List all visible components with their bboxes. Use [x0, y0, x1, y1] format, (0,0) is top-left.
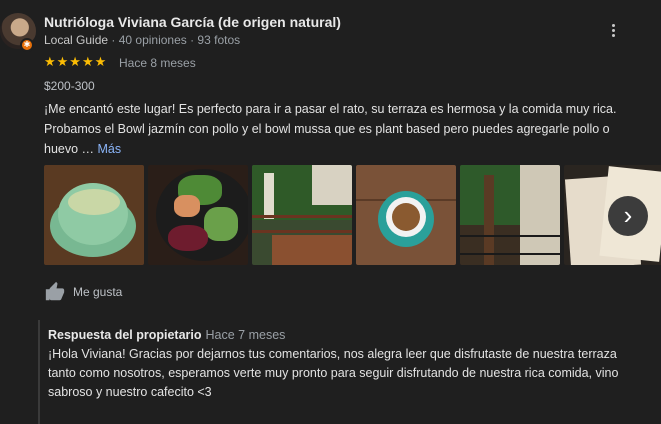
- reviewer-name[interactable]: Nutrióloga Viviana García (de origen nat…: [44, 14, 341, 30]
- photo-terrace[interactable]: [252, 165, 352, 265]
- more-vert-icon[interactable]: [604, 22, 622, 42]
- photo-strip: [44, 165, 661, 265]
- review-time: Hace 8 meses: [119, 56, 196, 70]
- review-text-block: ¡Me encantó este lugar! Es perfecto para…: [44, 99, 644, 159]
- owner-reply-title: Respuesta del propietario: [48, 328, 202, 342]
- owner-reply-time: Hace 7 meses: [205, 328, 286, 342]
- chevron-right-icon[interactable]: ›: [608, 196, 648, 236]
- review-text: ¡Me encantó este lugar! Es perfecto para…: [44, 102, 617, 156]
- owner-reply-header: Respuesta del propietario Hace 7 meses: [48, 328, 285, 342]
- star-rating: ★★★★★: [44, 54, 108, 69]
- more-link[interactable]: Más: [98, 142, 122, 156]
- reviewer-meta: Local Guide · 40 opiniones · 93 fotos: [44, 33, 240, 47]
- reviewer-stats: · 40 opiniones · 93 fotos: [108, 33, 241, 47]
- photo-matcha-latte[interactable]: [44, 165, 144, 265]
- photo-salad-bowl[interactable]: [148, 165, 248, 265]
- owner-reply-text: ¡Hola Viviana! Gracias por dejarnos tus …: [48, 347, 619, 399]
- thumb-up-icon: [45, 281, 65, 301]
- photo-coffee-cup[interactable]: [356, 165, 456, 265]
- price-range: $200-300: [44, 79, 95, 93]
- photo-garden[interactable]: [460, 165, 560, 265]
- local-guide-label: Local Guide: [44, 33, 109, 47]
- like-label: Me gusta: [73, 285, 123, 299]
- reply-divider: [38, 320, 40, 424]
- local-guide-badge-icon: ✱: [20, 38, 34, 52]
